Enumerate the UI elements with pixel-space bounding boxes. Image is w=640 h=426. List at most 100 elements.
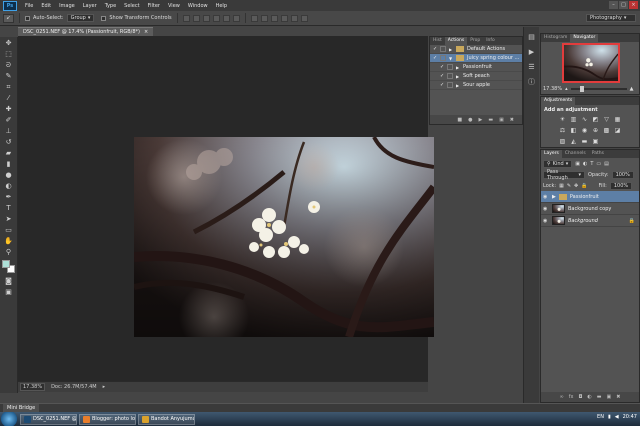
action-set-row[interactable]: ✓ ▶ Default Actions [430, 45, 522, 54]
tab-histogram[interactable]: Histogram [541, 34, 570, 42]
taskbar-item-photoshop[interactable]: DSC_0251.NEF @ 17.... [20, 413, 77, 425]
dialog-toggle[interactable] [447, 82, 453, 88]
minimize-button[interactable]: – [609, 1, 618, 9]
opacity-field[interactable]: 100% [611, 170, 634, 179]
pen-tool-icon[interactable]: ✒ [3, 193, 14, 202]
align-bottom-icon[interactable] [202, 14, 210, 22]
foreground-color-swatch[interactable] [1, 260, 10, 268]
path-select-tool-icon[interactable]: ➤ [3, 215, 14, 224]
auto-select-checkbox[interactable] [25, 15, 30, 21]
align-hcenter-icon[interactable] [222, 14, 230, 22]
play-icon[interactable]: ▶ [478, 117, 482, 123]
new-group-icon[interactable]: ▬ [597, 394, 602, 400]
zoom-out-icon[interactable]: ▴ [565, 86, 568, 92]
color-balance-icon[interactable]: ⚖ [559, 127, 566, 134]
menu-edit[interactable]: Edit [37, 3, 55, 9]
new-action-icon[interactable]: ▣ [499, 117, 504, 123]
lock-image-icon[interactable]: ✎ [567, 183, 571, 189]
lock-position-icon[interactable]: ✥ [574, 183, 578, 189]
selective-color-icon[interactable]: ▣ [592, 138, 599, 145]
channel-mixer-icon[interactable]: ⊕ [592, 127, 599, 134]
gradient-tool-icon[interactable]: ▮ [3, 160, 14, 169]
posterize-icon[interactable]: ▨ [559, 138, 566, 145]
distribute-bottom-icon[interactable] [270, 14, 278, 22]
eyedropper-tool-icon[interactable]: ⁄ [3, 94, 14, 103]
exposure-icon[interactable]: ◩ [592, 116, 599, 123]
move-tool-icon[interactable]: ✥ [3, 39, 14, 48]
record-icon[interactable]: ● [468, 117, 472, 123]
eye-icon[interactable]: ◉ [543, 206, 549, 212]
language-indicator[interactable]: EN [597, 414, 604, 420]
distribute-left-icon[interactable] [280, 14, 288, 22]
zoom-slider-knob[interactable] [579, 85, 584, 92]
tab-navigator[interactable]: Navigator [570, 34, 599, 42]
expand-icon[interactable]: ▶ [456, 74, 460, 79]
layer-row[interactable]: ◉ Background copy [541, 203, 639, 215]
menu-select[interactable]: Select [120, 3, 143, 9]
brightness-icon[interactable]: ☀ [559, 116, 566, 123]
blend-mode-dropdown[interactable]: Pass Through ▾ [543, 169, 585, 181]
distribute-hcenter-icon[interactable] [290, 14, 298, 22]
expand-icon[interactable]: ▶ [456, 83, 460, 88]
crop-tool-icon[interactable]: ⌗ [3, 83, 14, 92]
mask-icon[interactable]: ◘ [578, 394, 582, 400]
lock-all-icon[interactable]: 🔒 [581, 183, 587, 189]
adjustment-layer-icon[interactable]: ◐ [587, 394, 591, 400]
tab-paths[interactable]: Paths [589, 150, 607, 158]
link-icon[interactable]: ∞ [560, 394, 564, 400]
invert-icon[interactable]: ◪ [614, 127, 621, 134]
curves-icon[interactable]: ∿ [581, 116, 588, 123]
collapse-icon[interactable]: ▼ [449, 56, 453, 61]
dialog-toggle[interactable] [447, 64, 453, 70]
auto-select-dropdown[interactable]: Group ▾ [66, 14, 95, 22]
show-transform-checkbox[interactable] [101, 15, 107, 21]
tab-info[interactable]: Info [483, 37, 498, 45]
zoom-tool-icon[interactable]: ⚲ [3, 248, 14, 257]
navigator-thumbnail[interactable] [562, 43, 620, 83]
tab-history[interactable]: Hist [430, 37, 445, 45]
eye-icon[interactable]: ◉ [543, 218, 549, 224]
move-tool-icon[interactable]: ➹ [3, 13, 14, 23]
menu-view[interactable]: View [164, 3, 184, 9]
menu-window[interactable]: Window [184, 3, 212, 9]
dialog-toggle[interactable] [440, 46, 446, 52]
fx-icon[interactable]: fx [569, 394, 574, 400]
lasso-tool-icon[interactable]: ᘐ [3, 61, 14, 70]
menu-help[interactable]: Help [212, 3, 231, 9]
hue-saturation-icon[interactable]: ▦ [614, 116, 621, 123]
align-left-icon[interactable] [212, 14, 220, 22]
hand-tool-icon[interactable]: ✋ [3, 237, 14, 246]
check-icon[interactable]: ✓ [440, 82, 444, 88]
tab-layers[interactable]: Layers [541, 150, 562, 158]
delete-icon[interactable]: ✖ [616, 394, 620, 400]
expand-icon[interactable]: ▶ [449, 47, 453, 52]
menu-filter[interactable]: Filter [144, 3, 164, 9]
tab-channels[interactable]: Channels [562, 150, 589, 158]
close-button[interactable]: × [629, 1, 638, 9]
tab-adjustments[interactable]: Adjustments [541, 97, 576, 105]
type-filter-icon[interactable]: T [590, 161, 593, 167]
windows-start-button[interactable] [0, 412, 18, 426]
action-row[interactable]: ✓ ▶ Sour apple [430, 81, 522, 90]
clock[interactable]: 20:47 [623, 414, 637, 420]
menu-type[interactable]: Type [101, 3, 120, 9]
vibrance-icon[interactable]: ▽ [603, 116, 610, 123]
action-row[interactable]: ✓ ▶ Soft peach [430, 72, 522, 81]
network-icon[interactable]: ▮ [608, 414, 611, 420]
delete-icon[interactable]: ✖ [510, 117, 514, 123]
action-row[interactable]: ✓ ▶ Passionfruit [430, 63, 522, 72]
smart-object-filter-icon[interactable]: ▤ [604, 161, 609, 167]
actions-panel-icon[interactable]: ▶ [527, 47, 537, 57]
volume-icon[interactable]: ◀ [615, 414, 619, 420]
expand-icon[interactable]: ▶ [552, 194, 556, 200]
gradient-map-icon[interactable]: ▬ [581, 138, 588, 145]
distribute-vcenter-icon[interactable] [260, 14, 268, 22]
check-icon[interactable]: ✓ [440, 64, 444, 70]
color-swatches[interactable] [1, 260, 16, 274]
type-tool-icon[interactable]: T [3, 204, 14, 213]
stop-icon[interactable]: ■ [457, 117, 462, 123]
menu-image[interactable]: Image [55, 3, 79, 9]
quick-select-tool-icon[interactable]: ✎ [3, 72, 14, 81]
action-set-row[interactable]: ✓ ▼ Juicy spring colour ... [430, 54, 522, 63]
layer-row[interactable]: ◉ Background 🔒 [541, 215, 639, 227]
